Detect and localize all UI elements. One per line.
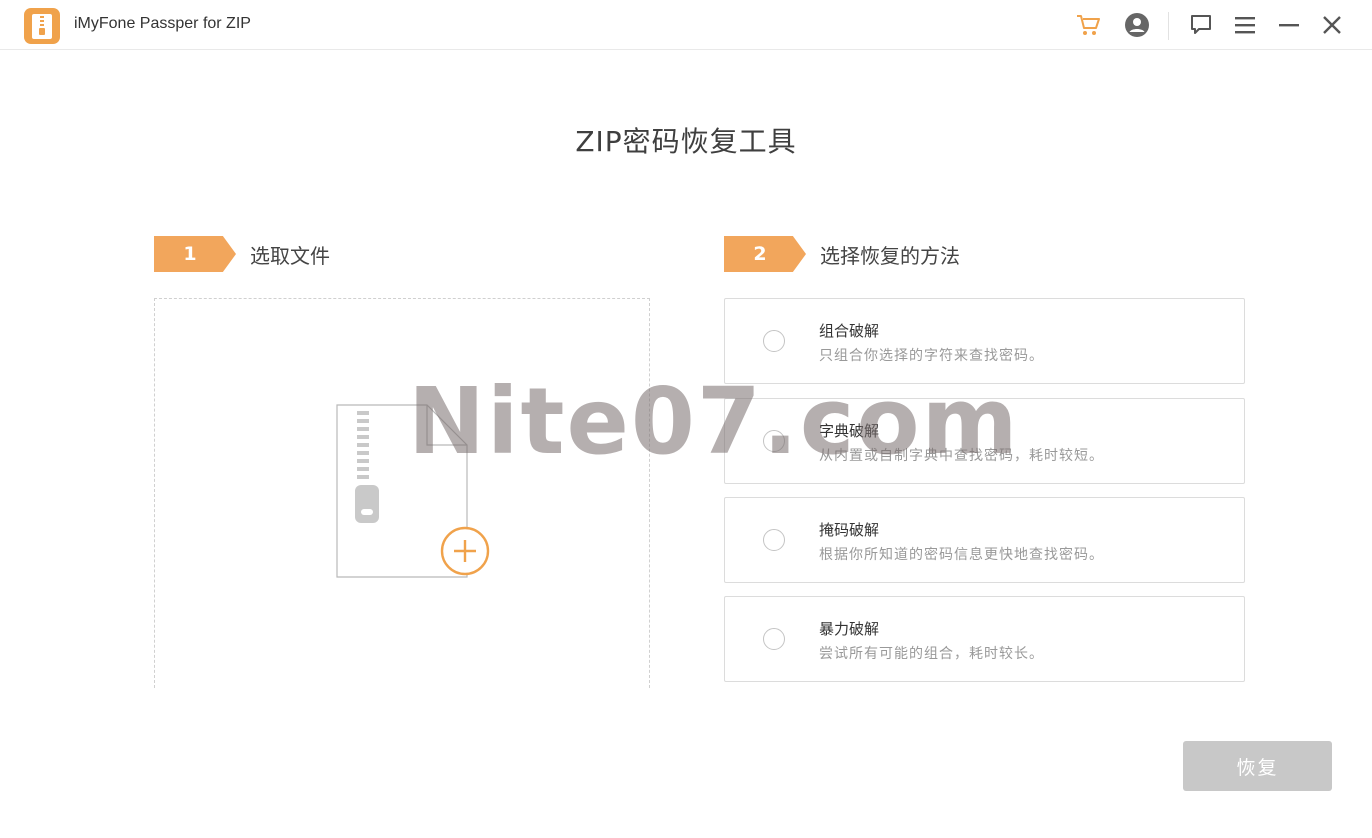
recover-button[interactable]: 恢复 (1183, 741, 1332, 791)
step-number-badge: 2 (724, 236, 806, 272)
minimize-icon[interactable] (1274, 10, 1304, 40)
method-card-combination[interactable]: 组合破解 只组合你选择的字符来查找密码。 (724, 298, 1245, 384)
zip-file-icon (24, 8, 60, 44)
method-title: 暴力破解 (819, 620, 880, 638)
feedback-icon[interactable] (1186, 10, 1216, 40)
page-title: ZIP密码恢复工具 (575, 125, 797, 158)
step-2-header: 2 选择恢复的方法 (724, 236, 960, 272)
account-icon[interactable] (1122, 10, 1152, 40)
step-number-badge: 1 (154, 236, 236, 272)
method-title: 掩码破解 (819, 521, 880, 539)
step-label: 选择恢复的方法 (820, 243, 960, 268)
radio-button[interactable] (763, 330, 785, 352)
add-zip-file-icon[interactable] (335, 403, 495, 583)
step-label: 选取文件 (250, 243, 330, 268)
radio-button[interactable] (763, 628, 785, 650)
cart-icon[interactable] (1073, 10, 1103, 40)
app-title: iMyFone Passper for ZIP (74, 15, 251, 32)
method-card-brute-force[interactable]: 暴力破解 尝试所有可能的组合，耗时较长。 (724, 596, 1245, 682)
file-drop-zone[interactable] (154, 298, 650, 688)
method-description: 尝试所有可能的组合，耗时较长。 (819, 646, 1044, 662)
method-title: 组合破解 (819, 322, 880, 340)
method-description: 根据你所知道的密码信息更快地查找密码。 (819, 547, 1104, 563)
method-title: 字典破解 (819, 422, 880, 440)
title-bar: iMyFone Passper for ZIP (0, 0, 1372, 50)
method-description: 从内置或自制字典中查找密码，耗时较短。 (819, 448, 1104, 464)
radio-button[interactable] (763, 430, 785, 452)
close-icon[interactable] (1317, 10, 1347, 40)
radio-button[interactable] (763, 529, 785, 551)
titlebar-divider (1168, 12, 1169, 40)
method-card-dictionary[interactable]: 字典破解 从内置或自制字典中查找密码，耗时较短。 (724, 398, 1245, 484)
step-1-header: 1 选取文件 (154, 236, 330, 272)
method-card-mask[interactable]: 掩码破解 根据你所知道的密码信息更快地查找密码。 (724, 497, 1245, 583)
menu-icon[interactable] (1230, 10, 1260, 40)
method-description: 只组合你选择的字符来查找密码。 (819, 348, 1044, 364)
